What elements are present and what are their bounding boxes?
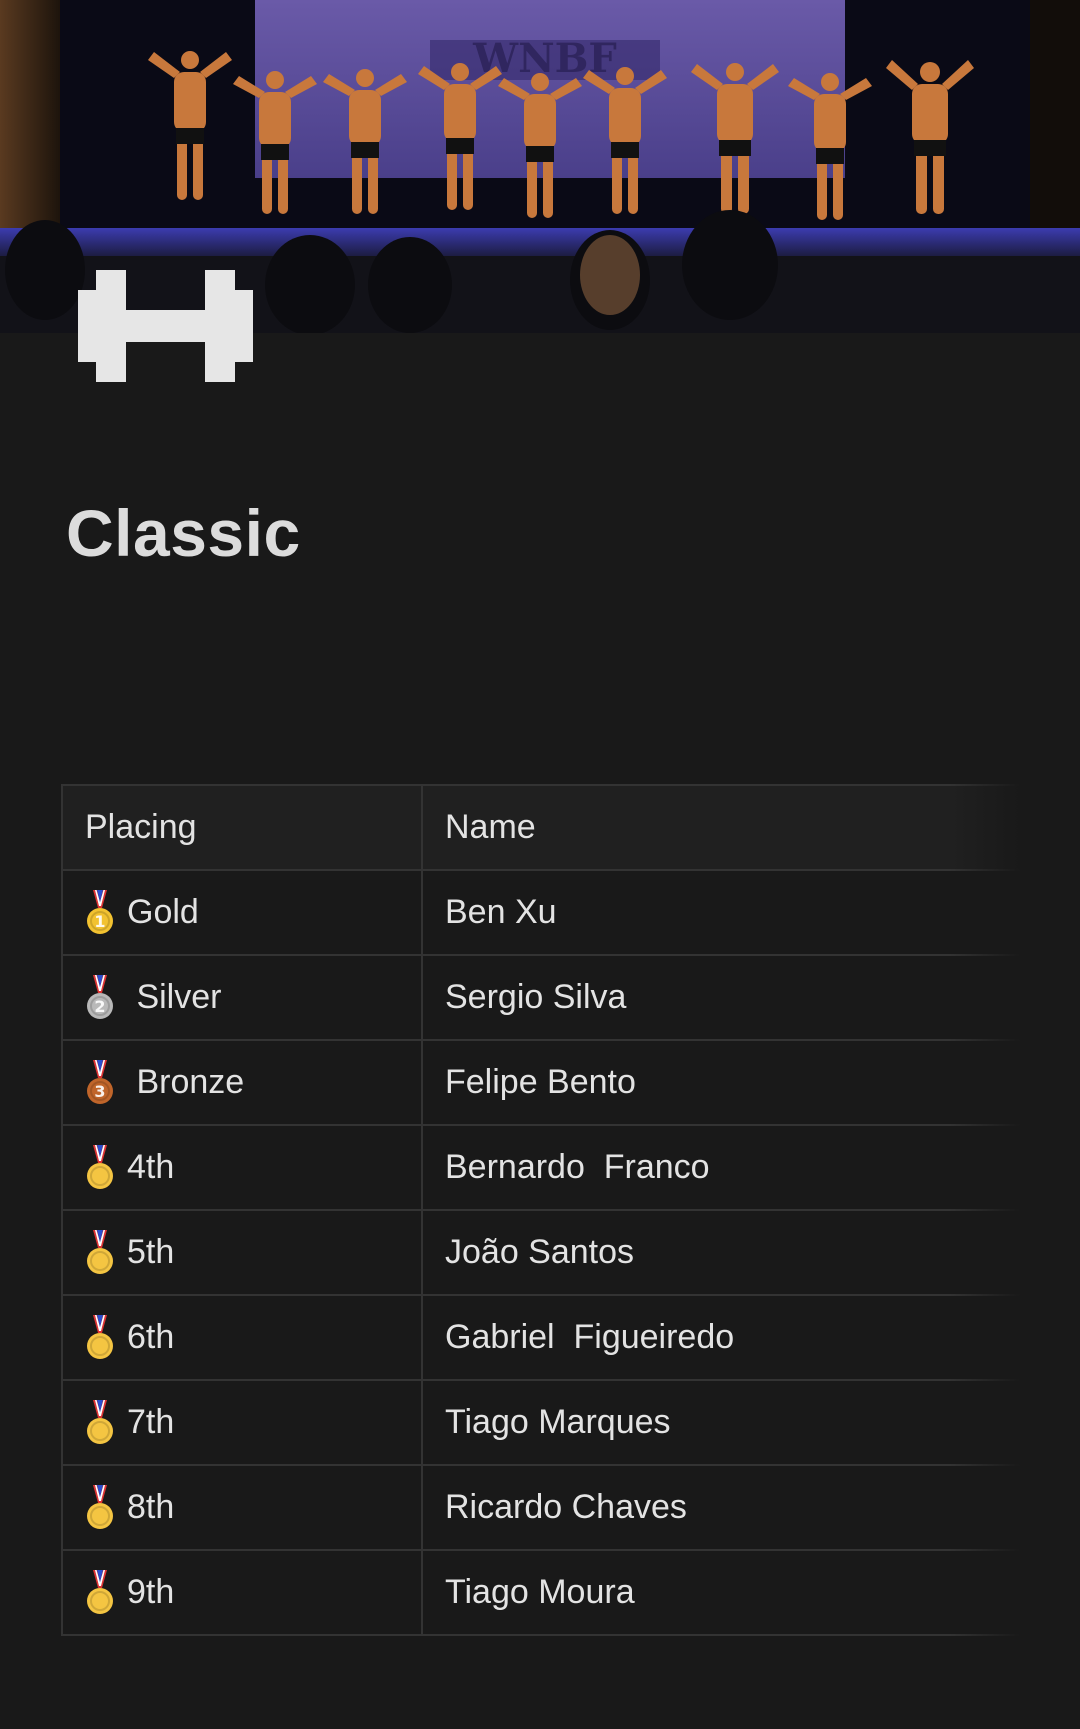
placing-label: 9th [127,1573,175,1611]
results-table-container: Placing Name 1 Gold Ben Xu 2 Silver Sergio S… [61,784,1020,1636]
placing-label: 4th [127,1148,175,1186]
table-row: 6th Gabriel Figueiredo [61,1294,1020,1381]
medal-number: 2 [94,997,105,1016]
name-cell[interactable]: Tiago Moura [421,1549,1020,1636]
name-cell[interactable]: Sergio Silva [421,954,1020,1041]
name-cell[interactable]: Felipe Bento [421,1039,1020,1126]
sports-medal-icon [85,1484,115,1531]
page-title[interactable]: Classic [66,500,301,566]
placing-content: 7th [85,1399,399,1446]
placing-label: 6th [127,1318,175,1356]
name-cell[interactable]: João Santos [421,1209,1020,1296]
name-cell[interactable]: Ricardo Chaves [421,1464,1020,1551]
placing-content: 6th [85,1314,399,1361]
sports-medal-icon [85,1314,115,1361]
name-cell[interactable]: Bernardo Franco [421,1124,1020,1211]
name-cell[interactable]: Ben Xu [421,869,1020,956]
sports-medal-icon [85,1144,115,1191]
sports-medal-icon [85,1229,115,1276]
placing-cell[interactable]: 7th [61,1379,423,1466]
placing-content: 5th [85,1229,399,1276]
table-row: 3 Bronze Felipe Bento [61,1039,1020,1126]
sports-medal-icon [85,1399,115,1446]
dumbbell-icon[interactable] [78,270,253,382]
placing-content: 4th [85,1144,399,1191]
placing-cell[interactable]: 3 Bronze [61,1039,423,1126]
placing-cell[interactable]: 1 Gold [61,869,423,956]
silver-medal-icon: 2 [85,974,115,1021]
placing-label: Gold [127,893,199,931]
placing-cell[interactable]: 2 Silver [61,954,423,1041]
table-row: 1 Gold Ben Xu [61,869,1020,956]
placing-cell[interactable]: 9th [61,1549,423,1636]
table-row: 8th Ricardo Chaves [61,1464,1020,1551]
table-row: 5th João Santos [61,1209,1020,1296]
table-header-row: Placing Name [61,784,1020,871]
medal-number: 3 [94,1082,105,1101]
name-cell[interactable]: Tiago Marques [421,1379,1020,1466]
name-cell[interactable]: Gabriel Figueiredo [421,1294,1020,1381]
placing-content: 9th [85,1569,399,1616]
placing-label: 7th [127,1403,175,1441]
placing-cell[interactable]: 8th [61,1464,423,1551]
header-name[interactable]: Name [421,784,1020,871]
table-row: 7th Tiago Marques [61,1379,1020,1466]
sports-medal-icon [85,1569,115,1616]
table-row: 2 Silver Sergio Silva [61,954,1020,1041]
placing-label: Bronze [127,1063,245,1101]
placing-label: 5th [127,1233,175,1271]
gold-medal-icon: 1 [85,889,115,936]
placing-cell[interactable]: 4th [61,1124,423,1211]
table-row: 9th Tiago Moura [61,1549,1020,1636]
placing-content: 1 Gold [85,889,399,936]
placing-cell[interactable]: 6th [61,1294,423,1381]
placing-cell[interactable]: 5th [61,1209,423,1296]
medal-number: 1 [94,912,105,931]
results-table: Placing Name 1 Gold Ben Xu 2 Silver Sergio S… [61,784,1020,1636]
placing-content: 8th [85,1484,399,1531]
bronze-medal-icon: 3 [85,1059,115,1106]
table-row: 4th Bernardo Franco [61,1124,1020,1211]
placing-label: 8th [127,1488,175,1526]
placing-content: 2 Silver [85,974,399,1021]
header-placing[interactable]: Placing [61,784,423,871]
placing-content: 3 Bronze [85,1059,399,1106]
placing-label: Silver [127,978,222,1016]
